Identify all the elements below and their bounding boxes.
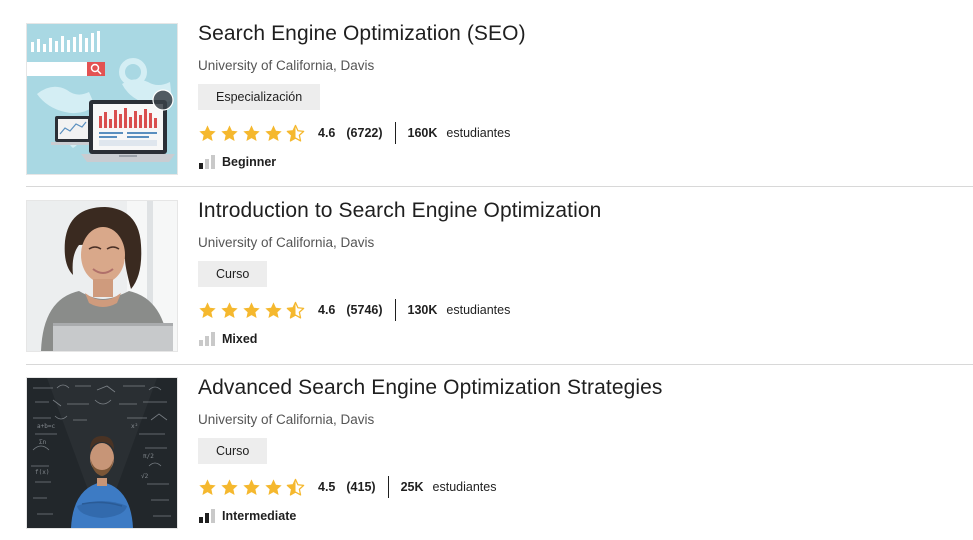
star-full-icon [243,478,260,495]
star-full-icon [265,478,282,495]
product-type-badge[interactable]: Curso [198,438,268,464]
star-full-icon [243,301,260,318]
difficulty-bars-icon [199,509,215,523]
result-card[interactable]: a+b=c x² Σn π/2 f(x) √2 Advanced Search … [0,354,973,531]
rating-row: 4.5 (415) 25K estudiantes [198,476,496,498]
product-type-badge[interactable]: Especialización [198,84,321,110]
star-half-icon [286,301,305,319]
star-rating [198,301,305,320]
enrollment-label: estudiantes [432,480,497,494]
seo-illustration-image [27,24,177,174]
rating-count: (415) [346,480,376,494]
difficulty-bars-icon [199,332,215,346]
course-title[interactable]: Search Engine Optimization (SEO) [198,22,526,46]
difficulty-level: Intermediate [222,509,297,523]
result-card[interactable]: Introduction to Search Engine Optimizati… [0,177,973,365]
svg-text:a+b=c: a+b=c [37,423,55,430]
course-partner: University of California, Davis [198,58,375,73]
star-full-icon [243,124,260,141]
course-partner: University of California, Davis [198,235,375,250]
enrollment-count: 130K [407,303,438,317]
woman-at-laptop-image [27,201,177,351]
course-title[interactable]: Advanced Search Engine Optimization Stra… [198,376,663,400]
star-full-icon [221,301,238,318]
enrollment-label: estudiantes [446,126,511,140]
rating-row: 4.6 (6722) 160K estudiantes [198,122,510,144]
rating-value: 4.6 [318,126,336,140]
svg-text:π/2: π/2 [143,453,154,460]
rating-value: 4.6 [318,303,336,317]
svg-text:Σn: Σn [39,439,47,446]
star-full-icon [265,301,282,318]
star-full-icon [199,124,216,141]
difficulty-row: Intermediate [199,508,296,524]
rating-count: (6722) [346,126,383,140]
enrollment-count: 25K [400,480,424,494]
course-thumbnail-advanced-seo[interactable]: a+b=c x² Σn π/2 f(x) √2 [26,377,178,529]
rating-count: (5746) [346,303,383,317]
difficulty-bars-icon [199,155,215,169]
enrollment-label: estudiantes [446,303,511,317]
difficulty-row: Beginner [199,154,276,170]
divider [394,122,396,144]
svg-text:√2: √2 [141,473,149,480]
star-full-icon [265,124,282,141]
enrollment-count: 160K [407,126,438,140]
star-rating [198,478,305,497]
star-full-icon [221,478,238,495]
man-at-chalkboard-image: a+b=c x² Σn π/2 f(x) √2 [27,378,177,528]
rating-row: 4.6 (5746) 130K estudiantes [198,299,510,321]
course-thumbnail-seo[interactable] [26,23,178,175]
svg-text:f(x): f(x) [35,469,49,476]
product-type-badge[interactable]: Curso [198,261,268,287]
difficulty-level: Mixed [222,332,258,346]
rating-value: 4.5 [318,480,336,494]
search-results-list: Search Engine Optimization (SEO) Univers… [0,0,973,540]
difficulty-level: Beginner [222,155,277,169]
course-title[interactable]: Introduction to Search Engine Optimizati… [198,199,601,223]
star-full-icon [199,301,216,318]
divider [387,476,389,498]
difficulty-row: Mixed [199,331,257,347]
course-thumbnail-intro-seo[interactable] [26,200,178,352]
star-full-icon [221,124,238,141]
star-half-icon [286,124,305,142]
course-partner: University of California, Davis [198,412,375,427]
star-half-icon [286,478,305,496]
result-card[interactable]: Search Engine Optimization (SEO) Univers… [0,0,973,187]
star-rating [198,124,305,143]
star-full-icon [199,478,216,495]
divider [394,299,396,321]
